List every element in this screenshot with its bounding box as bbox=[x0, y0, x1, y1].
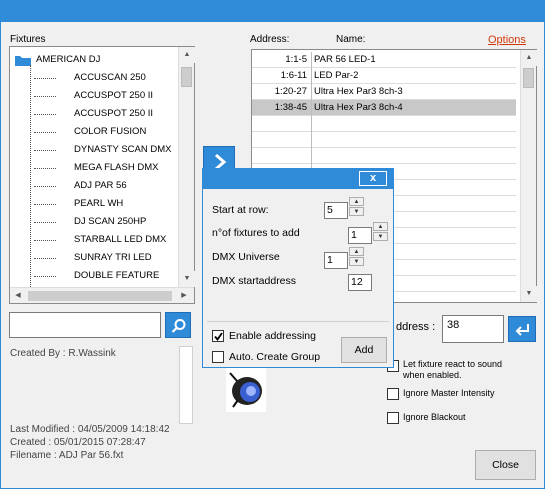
start-row-label: Start at row: bbox=[212, 204, 269, 216]
ignore-blackout-label: Ignore Blackout bbox=[403, 412, 466, 422]
num-fixtures-label: n°of fixtures to add bbox=[212, 227, 300, 239]
enable-addressing-checkbox[interactable] bbox=[212, 330, 224, 342]
tree-root-node[interactable]: AMERICAN DJ bbox=[10, 51, 178, 69]
address-header: Address: bbox=[250, 34, 290, 45]
tree-item[interactable]: DOUBLE FEATURE bbox=[10, 267, 178, 285]
scroll-thumb[interactable] bbox=[523, 68, 534, 88]
hscroll-thumb[interactable] bbox=[28, 291, 172, 301]
apply-address-button[interactable] bbox=[508, 316, 536, 342]
par-can-fixture-icon bbox=[226, 368, 266, 412]
patch-row-empty[interactable] bbox=[252, 116, 516, 132]
add-button[interactable]: Add bbox=[341, 337, 387, 363]
search-icon bbox=[171, 319, 186, 333]
filename-text: Filename : ADJ Par 56.fxt bbox=[10, 450, 124, 461]
search-button[interactable] bbox=[165, 312, 191, 338]
scroll-left-icon[interactable]: ◀ bbox=[10, 288, 26, 304]
close-button[interactable]: Close bbox=[475, 450, 536, 480]
close-icon: x bbox=[369, 172, 377, 184]
spin-up-icon[interactable]: ▲ bbox=[349, 247, 364, 256]
auto-group-label: Auto. Create Group bbox=[229, 351, 321, 363]
fixtures-tree[interactable]: AMERICAN DJ ACCUSCAN 250 ACCUSPOT 250 II… bbox=[9, 46, 195, 304]
dmx-universe-label: DMX Universe bbox=[212, 251, 280, 263]
patch-vscrollbar[interactable]: ▲ ▼ bbox=[520, 50, 537, 302]
dialog-titlebar: x bbox=[203, 169, 393, 189]
scroll-down-icon[interactable]: ▼ bbox=[179, 271, 195, 287]
last-modified-text: Last Modified : 04/05/2009 14:18:42 bbox=[10, 424, 170, 435]
dialog-divider bbox=[207, 321, 389, 322]
spin-down-icon[interactable]: ▼ bbox=[349, 207, 364, 216]
spin-up-icon[interactable]: ▲ bbox=[349, 197, 364, 206]
scroll-up-icon[interactable]: ▲ bbox=[521, 50, 537, 66]
patch-row-empty[interactable] bbox=[252, 148, 516, 164]
spin-down-icon[interactable]: ▼ bbox=[373, 232, 388, 241]
spin-up-icon[interactable]: ▲ bbox=[373, 222, 388, 231]
address-input[interactable]: 38 bbox=[442, 315, 504, 343]
add-fixtures-dialog: x Start at row: 5 ▲ ▼ n°of fixtures to a… bbox=[202, 168, 394, 368]
window-titlebar bbox=[0, 0, 545, 22]
tree-item[interactable]: ADJ PAR 56 bbox=[10, 177, 178, 195]
fixtures-vscrollbar[interactable]: ▲ ▼ bbox=[178, 47, 195, 287]
patch-row[interactable]: 1:20-27 Ultra Hex Par3 8ch-3 bbox=[252, 84, 516, 100]
tree-item[interactable]: ACCUSPOT 250 II bbox=[10, 87, 178, 105]
patch-row-selected[interactable]: 1:38-45 Ultra Hex Par3 8ch-4 bbox=[252, 100, 516, 116]
checkmark-icon bbox=[214, 332, 223, 341]
enable-addressing-label: Enable addressing bbox=[229, 330, 316, 342]
tree-item[interactable]: ACCUSPOT 250 II bbox=[10, 105, 178, 123]
created-text: Created : 05/01/2015 07:28:47 bbox=[10, 437, 146, 448]
scroll-down-icon[interactable]: ▼ bbox=[521, 286, 537, 302]
scroll-up-icon[interactable]: ▲ bbox=[179, 47, 195, 63]
tree-item[interactable]: PEARL WH bbox=[10, 195, 178, 213]
ignore-master-checkbox[interactable] bbox=[387, 388, 399, 400]
tree-item[interactable]: DJ SCAN 250HP bbox=[10, 213, 178, 231]
tree-item[interactable]: DYNASTY SCAN DMX bbox=[10, 141, 178, 159]
tree-item[interactable]: STARBALL LED DMX bbox=[10, 231, 178, 249]
tree-item[interactable]: SUNRAY TRI LED bbox=[10, 249, 178, 267]
created-by-text: Created By : R.Wassink bbox=[10, 348, 116, 359]
auto-group-checkbox[interactable] bbox=[212, 351, 224, 363]
dialog-close-button[interactable]: x bbox=[359, 171, 387, 186]
enter-return-icon bbox=[515, 324, 529, 336]
dmx-start-label: DMX startaddress bbox=[212, 275, 297, 287]
name-header: Name: bbox=[336, 34, 366, 45]
fixtures-label: Fixtures bbox=[10, 34, 46, 45]
patch-row-empty[interactable] bbox=[252, 132, 516, 148]
tree-item[interactable]: MEGA FLASH DMX bbox=[10, 159, 178, 177]
tree-item[interactable]: ACCUSCAN 250 bbox=[10, 69, 178, 87]
ignore-blackout-checkbox[interactable] bbox=[387, 412, 399, 424]
patch-row[interactable]: 1:1-5 PAR 56 LED-1 bbox=[252, 52, 516, 68]
fixtures-hscrollbar[interactable]: ◀ ▶ bbox=[10, 287, 194, 303]
search-input[interactable] bbox=[9, 312, 161, 338]
tree-item[interactable]: COLOR FUSION bbox=[10, 123, 178, 141]
dmx-start-input[interactable]: 12 bbox=[348, 274, 372, 291]
tree-root-label: AMERICAN DJ bbox=[36, 54, 101, 65]
scroll-thumb[interactable] bbox=[181, 67, 192, 87]
react-sound-label: Let fixture react to sound when enabled. bbox=[403, 359, 503, 380]
preview-strip bbox=[179, 346, 193, 424]
patch-row[interactable]: 1:6-11 LED Par-2 bbox=[252, 68, 516, 84]
options-link[interactable]: Options bbox=[488, 34, 526, 46]
scroll-right-icon[interactable]: ▶ bbox=[176, 288, 192, 304]
address-entry-label: ddress : bbox=[396, 321, 436, 333]
ignore-master-label: Ignore Master Intensity bbox=[403, 388, 495, 398]
spin-down-icon[interactable]: ▼ bbox=[349, 257, 364, 266]
